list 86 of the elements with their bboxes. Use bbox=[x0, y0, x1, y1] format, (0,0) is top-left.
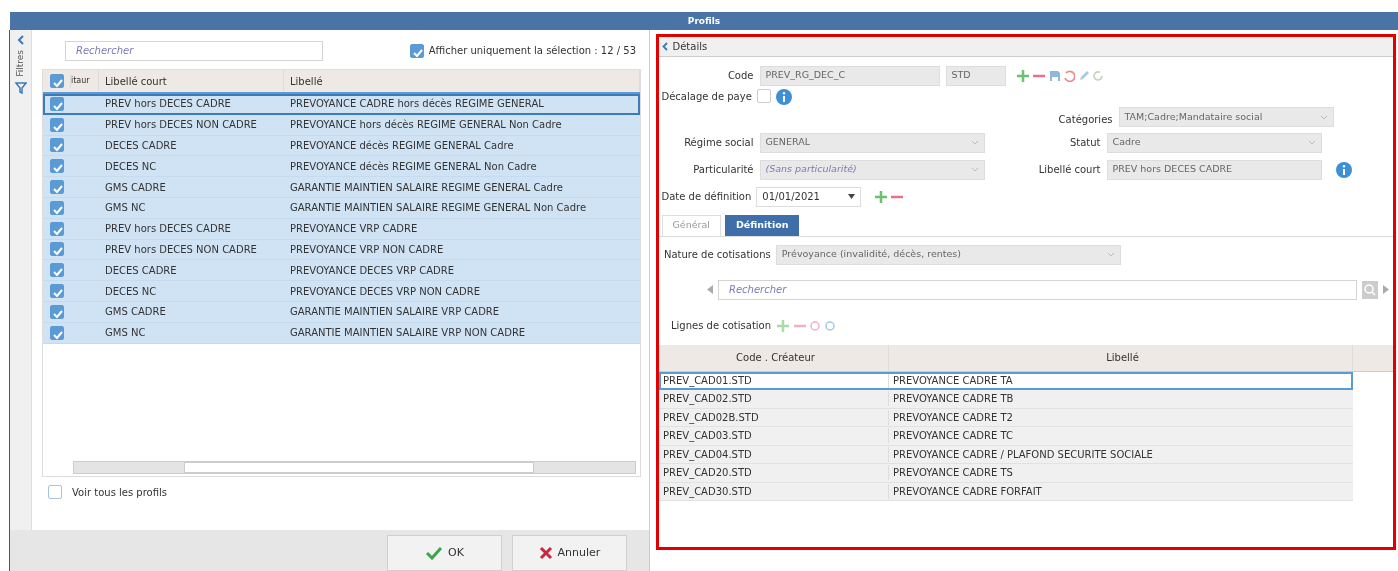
table-row[interactable]: GMS CADRE GARANTIE MAINTIEN SALAIRE REGIME GENERAL Cadre bbox=[43, 177, 640, 198]
table-row[interactable]: PREV_CAD02.STD PREVOYANCE CADRE TB bbox=[659, 390, 1353, 409]
table-cell: GARANTIE MAINTIEN SALAIRE REGIME GENERAL Non Cadre bbox=[290, 202, 587, 214]
table-cell: PREVOYANCE CADRE TA bbox=[893, 374, 1013, 386]
field-label: Date de définition bbox=[661, 190, 753, 204]
date-select[interactable]: 01/01/2021 bbox=[756, 186, 862, 207]
table-cell: PREVOYANCE CADRE hors décès REGIME GENERAL bbox=[290, 98, 544, 110]
table-cell: PREV hors DECES CADRE bbox=[105, 98, 231, 110]
table-cell: DECES NC bbox=[105, 160, 157, 172]
table-cell: GMS NC bbox=[105, 202, 146, 214]
field-label: Libellé court bbox=[1037, 163, 1102, 177]
table-cell: PREVOYANCE DECES VRP NON CADRE bbox=[290, 285, 481, 297]
table-cell: PREVOYANCE hors décès REGIME GENERAL Non Cadre bbox=[290, 119, 562, 131]
column-header[interactable]: Libellé court bbox=[105, 73, 167, 89]
search-field[interactable]: Rechercher bbox=[718, 279, 1357, 300]
nature-select[interactable]: Prévoyance (invalidité, décès, rentes) bbox=[775, 244, 1121, 265]
field-label: Décalage de paye bbox=[661, 90, 752, 104]
table-cell: PREV_CAD02.STD bbox=[663, 393, 752, 405]
table-cell: GARANTIE MAINTIEN SALAIRE REGIME GENERAL Cadre bbox=[290, 181, 563, 193]
table-row[interactable]: PREV_CAD03.STD PREVOYANCE CADRE TC bbox=[659, 427, 1353, 446]
code-field[interactable]: PREV_RG_DEC_C bbox=[759, 65, 940, 86]
table-cell: PREVOYANCE VRP NON CADRE bbox=[290, 243, 444, 255]
table-cell: PREV_CAD03.STD bbox=[663, 430, 752, 442]
table-cell: PREVOYANCE CADRE / PLAFOND SECURITE SOCIALE bbox=[893, 448, 1153, 460]
table-cell: PREVOYANCE CADRE TB bbox=[893, 393, 1014, 405]
panel-title: Détails bbox=[672, 40, 708, 54]
column-header[interactable]: itaur bbox=[71, 75, 90, 87]
field-label: Statut bbox=[1068, 136, 1102, 150]
table-cell: GARANTIE MAINTIEN SALAIRE VRP CADRE bbox=[290, 306, 500, 318]
search-field[interactable]: Rechercher bbox=[65, 40, 323, 61]
table-cell: PREV hors DECES NON CADRE bbox=[105, 119, 257, 131]
column-header[interactable]: Libellé bbox=[290, 73, 323, 89]
table-row[interactable]: PREV hors DECES NON CADRE PREVOYANCE hors décès REGIME GENERAL Non Cadre bbox=[43, 114, 640, 136]
status-select[interactable]: Cadre bbox=[1106, 132, 1322, 153]
ok-button[interactable]: OK bbox=[387, 535, 502, 571]
table-cell: PREVOYANCE DECES VRP CADRE bbox=[290, 264, 455, 276]
field-label: Nature de cotisations bbox=[664, 248, 772, 262]
table-row[interactable]: PREV hors DECES CADRE PREVOYANCE CADRE hors décès REGIME GENERAL bbox=[43, 94, 640, 115]
table-cell: PREV hors DECES NON CADRE bbox=[105, 243, 257, 255]
regime-select[interactable]: GENERAL bbox=[759, 132, 985, 153]
table-cell: DECES NC bbox=[105, 285, 157, 297]
table-row[interactable]: DECES CADRE PREVOYANCE décès REGIME GENERAL Cadre bbox=[43, 135, 640, 157]
table-row[interactable]: PREV hors DECES CADRE PREVOYANCE VRP CADRE bbox=[43, 218, 640, 240]
short-label-field[interactable]: PREV hors DECES CADRE bbox=[1106, 159, 1322, 180]
field-label: Lignes de cotisation bbox=[671, 319, 773, 333]
field-label: Particularité bbox=[692, 163, 755, 177]
table-cell: PREVOYANCE VRP CADRE bbox=[290, 223, 418, 235]
filters-label[interactable]: Filtres bbox=[13, 50, 28, 77]
table-row[interactable]: GMS NC GARANTIE MAINTIEN SALAIRE VRP NON CADRE bbox=[43, 322, 640, 344]
table-row[interactable]: PREV_CAD20.STD PREVOYANCE CADRE TS bbox=[659, 464, 1353, 483]
table-row[interactable]: DECES CADRE PREVOYANCE DECES VRP CADRE bbox=[43, 260, 640, 282]
categories-select[interactable]: TAM;Cadre;Mandataire social bbox=[1118, 107, 1334, 127]
field-label: Code bbox=[726, 69, 755, 83]
table-cell: PREV_CAD04.STD bbox=[663, 448, 752, 460]
table-row[interactable]: PREV hors DECES NON CADRE PREVOYANCE VRP NON CADRE bbox=[43, 239, 640, 261]
table-cell: PREVOYANCE CADRE T2 bbox=[893, 411, 1013, 423]
table-cell: PREVOYANCE décès REGIME GENERAL Non Cadre bbox=[290, 160, 537, 172]
creator-field[interactable]: STD bbox=[945, 65, 1006, 86]
cancel-button[interactable]: Annuler bbox=[512, 535, 627, 571]
table-cell: GARANTIE MAINTIEN SALAIRE VRP NON CADRE bbox=[290, 327, 526, 339]
table-cell: PREV_CAD01.STD bbox=[663, 374, 752, 386]
table-row[interactable]: GMS NC GARANTIE MAINTIEN SALAIRE REGIME GENERAL Non Cadre bbox=[43, 198, 640, 219]
field-label: Régime social bbox=[683, 136, 755, 150]
table-cell: PREV_CAD02B.STD bbox=[663, 411, 759, 423]
table-cell: GMS CADRE bbox=[105, 306, 166, 318]
table-cell: PREV hors DECES CADRE bbox=[105, 223, 231, 235]
table-row[interactable]: GMS CADRE GARANTIE MAINTIEN SALAIRE VRP CADRE bbox=[43, 301, 640, 323]
tab[interactable]: Définition bbox=[724, 214, 800, 236]
table-row[interactable]: DECES NC PREVOYANCE DECES VRP NON CADRE bbox=[43, 281, 640, 302]
table-cell: PREV_CAD20.STD bbox=[663, 467, 752, 479]
table-cell: PREVOYANCE CADRE FORFAIT bbox=[893, 485, 1042, 497]
table-cell: GMS CADRE bbox=[105, 181, 166, 193]
table-cell: PREV_CAD30.STD bbox=[663, 485, 752, 497]
table-cell: DECES CADRE bbox=[105, 140, 177, 151]
table-cell: GMS NC bbox=[105, 327, 146, 339]
table-row[interactable]: DECES NC PREVOYANCE décès REGIME GENERAL Non Cadre bbox=[43, 156, 640, 178]
column-header[interactable]: Libellé bbox=[1106, 350, 1139, 365]
checkbox-label: Voir tous les profils bbox=[72, 485, 167, 500]
window-title: Profils bbox=[687, 15, 721, 28]
table-cell: PREVOYANCE CADRE TS bbox=[893, 467, 1013, 479]
table-cell: PREVOYANCE CADRE TC bbox=[893, 430, 1013, 442]
checkbox-label: Afficher uniquement la sélection : 12 / 53 bbox=[428, 44, 636, 58]
field-label: Catégories bbox=[1057, 113, 1114, 127]
column-header[interactable]: Code . Créateur bbox=[736, 350, 815, 365]
table-cell: DECES CADRE bbox=[105, 264, 177, 276]
table-cell: PREVOYANCE décès REGIME GENERAL Cadre bbox=[290, 140, 514, 151]
